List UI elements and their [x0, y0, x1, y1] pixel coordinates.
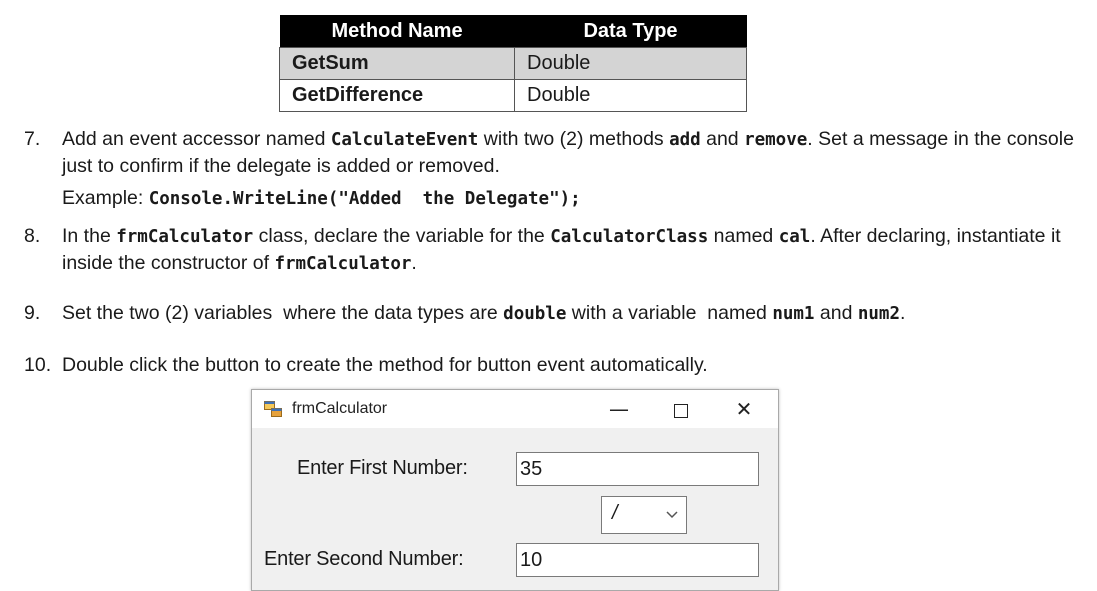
code-run: frmCalculator: [274, 254, 412, 274]
data-type-cell: Double: [514, 79, 747, 112]
step-number: 8.: [24, 225, 41, 247]
code-run: num1: [772, 304, 815, 324]
method-table: Method Name Data Type GetSum Double GetD…: [279, 15, 747, 112]
code-run: CalculatorClass: [550, 227, 709, 247]
data-type-cell: Double: [514, 47, 747, 80]
code-run: remove: [744, 130, 808, 150]
example-code: Console.WriteLine("Added the Delegate");: [148, 189, 581, 209]
text-run: .: [411, 252, 417, 274]
code-run: add: [669, 130, 701, 150]
step-paragraph: In the frmCalculator class, declare the …: [62, 223, 1082, 277]
calculator-window: frmCalculator — ✕ Enter First Number: 35…: [251, 389, 779, 591]
step-text: Add an event accessor named CalculateEve…: [62, 126, 1082, 212]
step-text: Set the two (2) variables where the data…: [62, 300, 1082, 327]
first-number-input[interactable]: 35: [516, 452, 759, 486]
text-run: Set the two (2) variables where the data…: [62, 302, 504, 324]
minimize-icon[interactable]: —: [604, 396, 634, 422]
text-run: named: [708, 225, 779, 247]
code-run: num2: [857, 304, 901, 324]
step-paragraph: Set the two (2) variables where the data…: [62, 300, 1082, 327]
text-run: and: [700, 128, 745, 150]
step-number: 10.: [24, 354, 52, 376]
step-number: 7.: [24, 128, 41, 150]
text-run: In the: [62, 225, 117, 247]
text-run: with a variable named: [566, 302, 773, 324]
text-run: with two (2) methods: [478, 128, 670, 150]
window-titlebar[interactable]: frmCalculator — ✕: [252, 390, 778, 428]
column-header-data-type: Data Type: [514, 15, 747, 48]
code-run: frmCalculator: [116, 227, 254, 247]
step-paragraph: Add an event accessor named CalculateEve…: [62, 126, 1082, 179]
close-icon[interactable]: ✕: [729, 396, 759, 422]
text-run: Add an event accessor named: [62, 128, 331, 150]
code-run: double: [503, 304, 567, 324]
second-number-label: Enter Second Number:: [264, 548, 464, 570]
step-text: In the frmCalculator class, declare the …: [62, 223, 1082, 277]
first-number-label: Enter First Number:: [297, 457, 468, 479]
second-number-input[interactable]: 10: [516, 543, 759, 577]
text-run: class, declare the variable for the: [253, 225, 551, 247]
table-row: GetDifference Double: [279, 79, 747, 112]
form-app-icon: [264, 401, 282, 417]
column-header-method-name: Method Name: [279, 15, 515, 48]
example-label: Example:: [62, 187, 149, 209]
chevron-down-icon: [666, 508, 678, 522]
code-run: cal: [778, 227, 811, 247]
step-number: 9.: [24, 302, 41, 324]
method-name-cell: GetSum: [279, 47, 515, 80]
window-title: frmCalculator: [292, 400, 388, 417]
table-row: GetSum Double: [279, 47, 747, 80]
example-line: Example: Console.WriteLine("Added the De…: [62, 185, 1082, 212]
method-name-cell: GetDifference: [279, 79, 515, 112]
text-run: and: [814, 302, 858, 324]
text-run: .: [900, 302, 906, 324]
operator-select[interactable]: /: [601, 496, 687, 534]
text-run: Double click the button to create the me…: [62, 354, 708, 376]
table-header-row: Method Name Data Type: [279, 15, 747, 48]
code-run: CalculateEvent: [330, 130, 479, 150]
step-text: Double click the button to create the me…: [62, 352, 1082, 378]
operator-value: /: [612, 502, 618, 524]
maximize-icon[interactable]: [666, 396, 696, 422]
step-paragraph: Double click the button to create the me…: [62, 352, 1082, 378]
